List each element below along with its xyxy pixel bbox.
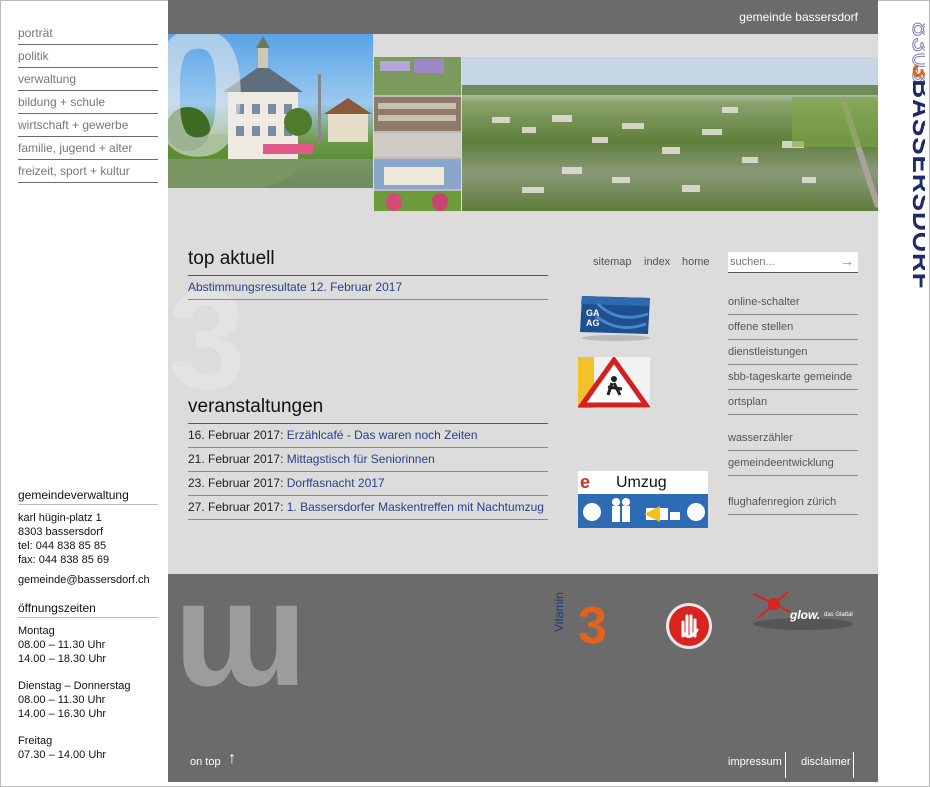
nav-item-wirtschaft-gewerbe[interactable]: wirtschaft + gewerbe [18,114,158,137]
quick-link-offene-stellen[interactable]: offene stellen [728,315,858,340]
umzug-banner[interactable]: e Umzug [578,471,708,528]
hours-day: Montag [18,625,55,637]
quick-links-primary: online-schalter offene stellen dienstlei… [728,290,858,415]
event-date: 23. Februar 2017: [188,476,284,490]
contact-heading: gemeindeverwaltung [18,488,158,505]
hours-day: Freitag [18,735,53,747]
nav-item-freizeit-sport-kultur[interactable]: freizeit, sport + kultur [18,160,158,183]
hours-day: Dienstag – Donnerstag [18,680,131,692]
site-logo[interactable]: 83033BASSERSDORF [885,22,930,352]
logo-text: BASSERSDORF [907,79,925,289]
stop-hand-banner[interactable] [665,602,713,650]
sitemap-link[interactable]: sitemap [593,256,632,268]
search-box: → [728,252,858,273]
footer-divider [853,752,854,778]
glow-banner[interactable]: glow. das Glattal [748,590,858,640]
svg-text:83033BASSERSDORF: 83033BASSERSDORF [907,22,925,290]
event-link[interactable]: Mittagstisch für Seniorinnen [287,452,435,466]
event-row[interactable]: 16. Februar 2017: Erzählcafé - Das waren… [188,424,548,448]
top-news-title: top aktuell [188,248,548,276]
nav-item-bildung-schule[interactable]: bildung + schule [18,91,158,114]
quick-link-gemeindeentwicklung[interactable]: gemeindeentwicklung [728,451,858,476]
hours-line: 07.30 – 14.00 Uhr [18,749,107,761]
events-section: veranstaltungen 16. Februar 2017: Erzähl… [188,396,548,520]
watermark-digit: ɯ [174,549,308,717]
quick-links-secondary: wasserzähler gemeindeentwicklung [728,426,858,476]
events-title: veranstaltungen [188,396,548,424]
photo-town-hall: 0 [168,34,373,188]
vitamin3-banner[interactable]: Vitamin 3 [552,592,628,655]
watermark-digit: 0 [168,34,249,188]
vitamin-label: Vitamin [552,592,566,632]
event-link[interactable]: Erzählcafé - Das waren noch Zeiten [287,428,478,442]
quick-links-tertiary: flughafenregion zürich [728,490,858,515]
contact-fax: fax: 044 838 85 69 [18,554,110,566]
header-bar: gemeinde bassersdorf [168,0,878,34]
event-date: 16. Februar 2017: [188,428,284,442]
glow-label: glow. [790,608,821,622]
contact-tel: tel: 044 838 85 85 [18,540,107,552]
news-link[interactable]: Abstimmungsresultate 12. Februar 2017 [188,280,402,294]
hours-line: 08.00 – 11.30 Uhr [18,639,106,651]
home-link[interactable]: home [682,256,710,268]
vitamin-number: 3 [578,597,607,655]
contact-street: karl hügin-platz 1 [18,512,102,524]
photo-aerial-view [462,57,878,211]
nav-item-familie-jugend-alter[interactable]: familie, jugend + alter [18,137,158,160]
contact-email[interactable]: gemeinde@bassersdorf.ch [18,573,158,587]
event-row[interactable]: 27. Februar 2017: 1. Bassersdorfer Maske… [188,496,548,520]
index-link[interactable]: index [644,256,670,268]
nav-item-portraet[interactable]: porträt [18,22,158,45]
top-news-section: top aktuell Abstimmungsresultate 12. Feb… [188,248,548,300]
event-link[interactable]: 1. Bassersdorfer Maskentreffen mit Nacht… [287,500,544,514]
impressum-link[interactable]: impressum [728,756,782,768]
on-top-link[interactable]: on top [190,756,221,768]
logo-number-accent: 3 [907,64,925,79]
quick-link-wasserzaehler[interactable]: wasserzähler [728,426,858,451]
nav-item-verwaltung[interactable]: verwaltung [18,68,158,91]
e-logo-icon: e [580,472,591,492]
footer-bar: ɯ Vitamin 3 glow. das Glattal on top ↑ i… [168,558,878,782]
contact-block: gemeindeverwaltung karl hügin-platz 1 83… [18,488,158,762]
site-name: gemeinde bassersdorf [739,10,858,24]
event-row[interactable]: 23. Februar 2017: Dorffasnacht 2017 [188,472,548,496]
hours-line: 14.00 – 16.30 Uhr [18,708,107,720]
quick-link-online-schalter[interactable]: online-schalter [728,290,858,315]
ga-card-label: GA AG [586,308,600,328]
nav-item-politik[interactable]: politik [18,45,158,68]
main-navigation: porträt politik verwaltung bildung + sch… [18,22,158,183]
event-link[interactable]: Dorffasnacht 2017 [287,476,385,490]
contact-email-link[interactable]: gemeinde@bassersdorf.ch [18,574,150,586]
roadwork-banner[interactable] [577,355,651,408]
disclaimer-link[interactable]: disclaimer [801,756,851,768]
search-input[interactable] [728,252,838,268]
glow-sublabel: das Glattal [824,612,853,618]
photo-collage [374,57,461,211]
hours-heading: öffnungszeiten [18,601,158,618]
quick-link-flughafenregion[interactable]: flughafenregion zürich [728,490,858,515]
event-date: 27. Februar 2017: [188,500,284,514]
news-item[interactable]: Abstimmungsresultate 12. Februar 2017 [188,276,548,300]
event-date: 21. Februar 2017: [188,452,284,466]
ga-card-banner[interactable]: GA AG [578,294,658,342]
quick-link-ortsplan[interactable]: ortsplan [728,390,858,415]
hours-line: 14.00 – 18.30 Uhr [18,653,107,665]
event-row[interactable]: 21. Februar 2017: Mittagstisch für Senio… [188,448,548,472]
umzug-label: Umzug [616,474,667,491]
quick-link-dienstleistungen[interactable]: dienstleistungen [728,340,858,365]
footer-divider [785,752,786,778]
quick-link-sbb-tageskarte[interactable]: sbb-tageskarte gemeinde [728,365,858,390]
contact-city: 8303 bassersdorf [18,526,103,538]
hours-line: 08.00 – 11.30 Uhr [18,694,106,706]
arrow-up-icon[interactable]: ↑ [228,750,236,768]
arrow-right-icon[interactable]: → [840,253,854,269]
